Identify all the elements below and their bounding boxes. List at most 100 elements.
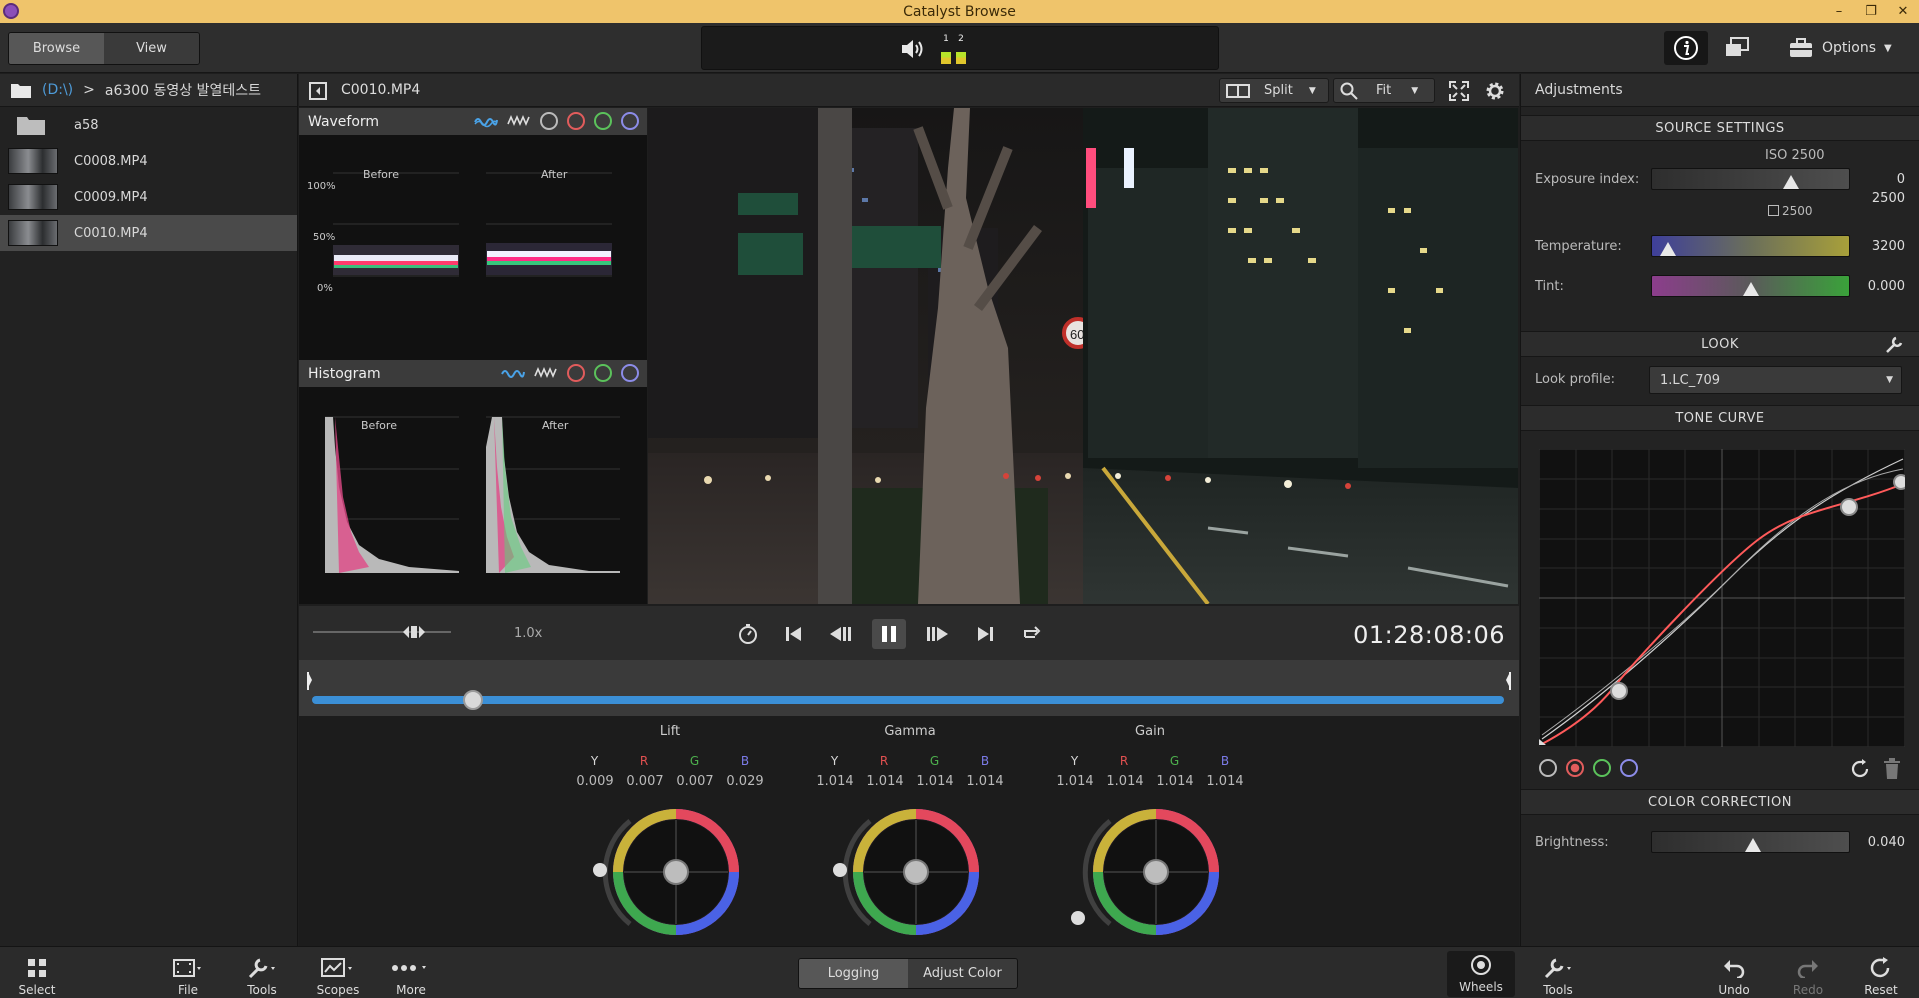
list-item-folder-a58[interactable]: a58 bbox=[0, 107, 297, 143]
options-menu[interactable]: Options ▼ bbox=[1788, 31, 1892, 65]
blue-channel-toggle[interactable] bbox=[621, 364, 639, 382]
histogram-after-label: After bbox=[542, 419, 569, 432]
tone-curve-header[interactable]: TONE CURVE bbox=[1521, 405, 1919, 431]
lift-y-value[interactable]: 0.009 bbox=[576, 774, 613, 789]
list-item-clip-c0008[interactable]: C0008.MP4 bbox=[0, 143, 297, 179]
overlay-wave-icon[interactable] bbox=[501, 366, 525, 380]
fullscreen-icon[interactable] bbox=[1448, 80, 1470, 102]
close-button[interactable]: ✕ bbox=[1887, 0, 1919, 23]
go-to-end-button[interactable] bbox=[968, 619, 1002, 649]
wrench-icon[interactable] bbox=[1885, 336, 1903, 354]
breadcrumb-drive[interactable]: (D:\) bbox=[42, 82, 73, 98]
tools-menu-button[interactable]: Tools bbox=[232, 953, 292, 997]
shuttle-slider[interactable] bbox=[311, 622, 453, 642]
video-preview[interactable]: 60 bbox=[648, 108, 1518, 604]
exposure-index-slider[interactable] bbox=[1651, 168, 1850, 190]
breadcrumb-folder[interactable]: a6300 동영상 발열테스트 bbox=[105, 80, 261, 100]
zoom-fit-dropdown[interactable]: Fit ▼ bbox=[1333, 78, 1435, 103]
parade-wave-icon[interactable] bbox=[534, 366, 558, 380]
overlay-wave-icon[interactable] bbox=[474, 114, 498, 128]
green-channel-toggle[interactable] bbox=[594, 112, 612, 130]
source-settings-header[interactable]: SOURCE SETTINGS bbox=[1521, 115, 1919, 141]
external-monitor-button[interactable] bbox=[1715, 31, 1759, 65]
gear-icon[interactable] bbox=[1483, 79, 1507, 103]
exposure-index-value[interactable]: 0 bbox=[1897, 172, 1905, 187]
temperature-slider[interactable] bbox=[1651, 235, 1850, 257]
list-item-clip-c0010[interactable]: C0010.MP4 bbox=[0, 215, 297, 251]
info-button[interactable] bbox=[1664, 31, 1708, 65]
playhead-handle[interactable] bbox=[462, 690, 483, 710]
redo-button[interactable]: Redo bbox=[1778, 953, 1838, 997]
view-tab[interactable]: View bbox=[104, 33, 199, 64]
loop-button[interactable] bbox=[1015, 619, 1049, 649]
slider-thumb[interactable] bbox=[1745, 838, 1761, 852]
brightness-value[interactable]: 0.040 bbox=[1868, 835, 1905, 850]
red-channel-toggle[interactable] bbox=[567, 112, 585, 130]
adjust-color-mode-tab[interactable]: Adjust Color bbox=[908, 959, 1017, 988]
lift-color-wheel[interactable] bbox=[586, 806, 746, 941]
timeline-scrubber[interactable] bbox=[299, 660, 1519, 716]
slider-thumb[interactable] bbox=[1660, 242, 1676, 256]
reset-button[interactable]: Reset bbox=[1851, 953, 1911, 997]
refresh-icon[interactable] bbox=[1849, 759, 1871, 779]
green-channel-toggle[interactable] bbox=[594, 364, 612, 382]
tone-curve-graph[interactable] bbox=[1539, 449, 1905, 747]
gain-color-wheel[interactable] bbox=[1066, 806, 1226, 941]
red-channel-toggle[interactable] bbox=[1566, 759, 1584, 777]
brightness-slider[interactable] bbox=[1651, 831, 1850, 853]
color-correction-header[interactable]: COLOR CORRECTION bbox=[1521, 789, 1919, 815]
lift-values[interactable]: 0.009 0.007 0.007 0.029 bbox=[570, 774, 770, 789]
tint-value[interactable]: 0.000 bbox=[1868, 279, 1905, 294]
select-button[interactable]: Select bbox=[7, 953, 67, 997]
pause-button[interactable] bbox=[872, 619, 906, 649]
restore-button[interactable]: ❐ bbox=[1855, 0, 1887, 23]
trash-icon[interactable] bbox=[1883, 758, 1901, 780]
logging-mode-tab[interactable]: Logging bbox=[799, 959, 908, 988]
timer-button[interactable] bbox=[731, 619, 765, 649]
more-menu-button[interactable]: More bbox=[381, 953, 441, 997]
step-forward-button[interactable] bbox=[921, 619, 955, 649]
temperature-value[interactable]: 3200 bbox=[1872, 239, 1905, 254]
gain-g-value[interactable]: 1.014 bbox=[1156, 774, 1193, 789]
gamma-y-value[interactable]: 1.014 bbox=[816, 774, 853, 789]
gain-b-value[interactable]: 1.014 bbox=[1206, 774, 1243, 789]
gain-values[interactable]: 1.014 1.014 1.014 1.014 bbox=[1050, 774, 1250, 789]
go-to-start-button[interactable] bbox=[777, 619, 811, 649]
step-back-button[interactable] bbox=[823, 619, 857, 649]
gamma-values[interactable]: 1.014 1.014 1.014 1.014 bbox=[810, 774, 1010, 789]
scopes-menu-button[interactable]: Scopes bbox=[308, 953, 368, 997]
gamma-r-value[interactable]: 1.014 bbox=[866, 774, 903, 789]
list-item-clip-c0009[interactable]: C0009.MP4 bbox=[0, 179, 297, 215]
lift-g-value[interactable]: 0.007 bbox=[676, 774, 713, 789]
look-profile-select[interactable]: 1.LC_709 ▼ bbox=[1649, 366, 1902, 394]
minimize-button[interactable]: – bbox=[1823, 0, 1855, 23]
tools-right-menu-button[interactable]: Tools bbox=[1528, 953, 1588, 997]
speaker-icon[interactable] bbox=[900, 38, 926, 60]
blue-channel-toggle[interactable] bbox=[1620, 759, 1638, 777]
lift-b-value[interactable]: 0.029 bbox=[726, 774, 763, 789]
tint-slider[interactable] bbox=[1651, 275, 1850, 297]
gamma-g-value[interactable]: 1.014 bbox=[916, 774, 953, 789]
blue-channel-toggle[interactable] bbox=[621, 112, 639, 130]
browse-tab[interactable]: Browse bbox=[9, 33, 104, 64]
slider-thumb[interactable] bbox=[1783, 175, 1799, 189]
red-channel-toggle[interactable] bbox=[567, 364, 585, 382]
gain-r-value[interactable]: 1.014 bbox=[1106, 774, 1143, 789]
green-channel-toggle[interactable] bbox=[1593, 759, 1611, 777]
look-header[interactable]: LOOK bbox=[1521, 331, 1919, 357]
lift-r-value[interactable]: 0.007 bbox=[626, 774, 663, 789]
wheels-button[interactable]: Wheels bbox=[1447, 951, 1515, 997]
gamma-color-wheel[interactable] bbox=[826, 806, 986, 941]
luma-channel-toggle[interactable] bbox=[540, 112, 558, 130]
luma-channel-toggle[interactable] bbox=[1539, 759, 1557, 777]
split-view-dropdown[interactable]: Split ▼ bbox=[1219, 78, 1329, 103]
gamma-b-value[interactable]: 1.014 bbox=[966, 774, 1003, 789]
parade-wave-icon[interactable] bbox=[507, 114, 531, 128]
tools-right-label: Tools bbox=[1543, 983, 1573, 997]
clip-panel-toggle-icon[interactable] bbox=[309, 82, 327, 100]
gain-y-value[interactable]: 1.014 bbox=[1056, 774, 1093, 789]
slider-thumb[interactable] bbox=[1743, 282, 1759, 296]
folder-icon[interactable] bbox=[10, 81, 32, 99]
file-menu-button[interactable]: File bbox=[158, 953, 218, 997]
undo-button[interactable]: Undo bbox=[1704, 953, 1764, 997]
